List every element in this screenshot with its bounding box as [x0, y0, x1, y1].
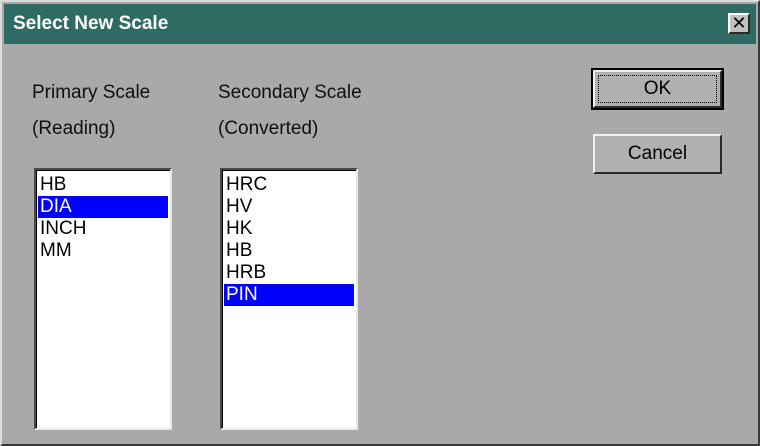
secondary-scale-list-item[interactable]: HRB	[224, 262, 354, 284]
window-title: Select New Scale	[13, 13, 169, 34]
primary-scale-list-item[interactable]: HB	[38, 174, 168, 196]
secondary-scale-label: Secondary Scale	[218, 82, 362, 103]
cancel-button[interactable]: Cancel	[593, 134, 722, 174]
secondary-scale-list-item[interactable]: HRC	[224, 174, 354, 196]
cancel-button-label: Cancel	[627, 143, 688, 164]
close-icon: ✕	[731, 13, 747, 33]
ok-button[interactable]: OK	[591, 68, 724, 110]
primary-scale-list-item[interactable]: INCH	[38, 218, 168, 240]
primary-scale-list-item[interactable]: MM	[38, 240, 168, 262]
primary-scale-sublabel: (Reading)	[32, 118, 116, 139]
primary-scale-label: Primary Scale	[32, 82, 151, 103]
select-new-scale-dialog: Select New Scale ✕ Primary Scale (Readin…	[0, 0, 760, 446]
ok-button-label: OK	[643, 78, 672, 99]
secondary-scale-list-item[interactable]: HK	[224, 218, 354, 240]
secondary-scale-listbox[interactable]: HRC HV HK HB HRB PIN	[220, 168, 358, 430]
primary-scale-listbox[interactable]: HB DIA INCH MM	[34, 168, 172, 430]
secondary-scale-sublabel: (Converted)	[218, 118, 319, 139]
secondary-scale-list-item[interactable]: HB	[224, 240, 354, 262]
primary-scale-list-item[interactable]: DIA	[38, 196, 168, 218]
secondary-scale-list-item[interactable]: PIN	[224, 284, 354, 306]
close-button[interactable]: ✕	[728, 13, 750, 34]
secondary-scale-list-item[interactable]: HV	[224, 196, 354, 218]
title-bar[interactable]: Select New Scale ✕	[4, 4, 756, 44]
